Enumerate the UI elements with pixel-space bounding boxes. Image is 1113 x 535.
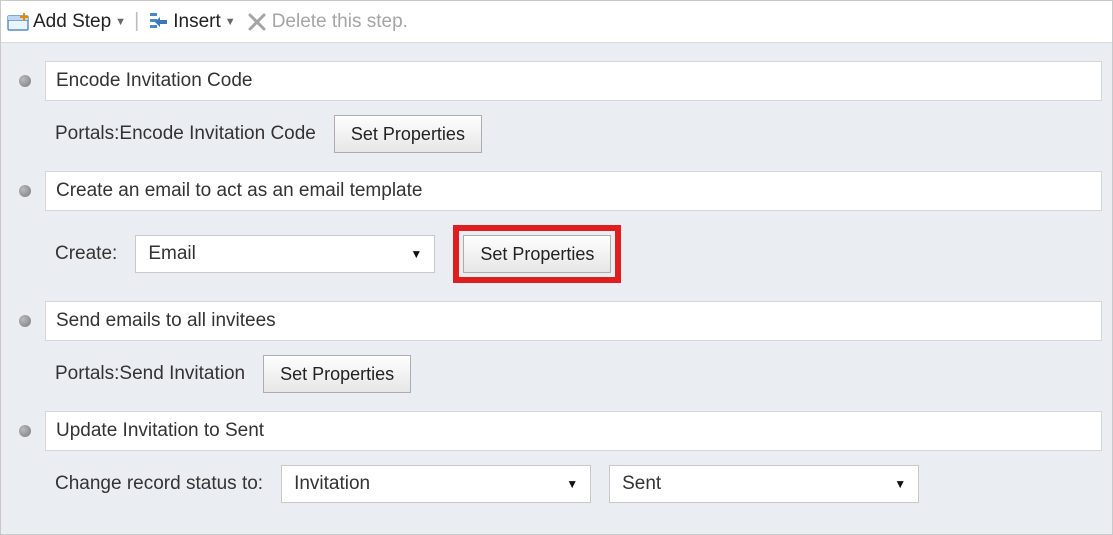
- insert-label: Insert: [173, 11, 221, 33]
- insert-icon: [147, 11, 169, 33]
- add-step-icon: [7, 11, 29, 33]
- step-config-row: Change record status to: Invitation ▼ Se…: [11, 451, 1102, 521]
- step-title-input[interactable]: [45, 171, 1102, 211]
- change-status-label: Change record status to:: [55, 473, 263, 495]
- delete-x-icon: [246, 11, 268, 33]
- toolbar: Add Step ▼ | Insert ▼ Delete this step.: [1, 1, 1112, 43]
- delete-step-button: Delete this step.: [246, 11, 408, 33]
- status-value-select[interactable]: Sent ▼: [609, 465, 919, 503]
- tutorial-highlight: Set Properties: [453, 225, 621, 283]
- step-bullet-icon: [19, 425, 31, 437]
- select-value: Invitation: [294, 473, 370, 495]
- chevron-down-icon: ▼: [225, 16, 236, 28]
- workflow-step: Portals:Encode Invitation Code Set Prope…: [11, 61, 1102, 171]
- workflow-editor-frame: Add Step ▼ | Insert ▼ Delete this step.: [0, 0, 1113, 535]
- steps-list: Portals:Encode Invitation Code Set Prope…: [11, 61, 1102, 521]
- step-header: [11, 411, 1102, 451]
- chevron-down-icon: ▼: [115, 16, 126, 28]
- select-value: Sent: [622, 473, 661, 495]
- step-bullet-icon: [19, 75, 31, 87]
- create-entity-select[interactable]: Email ▼: [135, 235, 435, 273]
- step-action-label: Portals:Send Invitation: [55, 363, 245, 385]
- set-properties-button[interactable]: Set Properties: [263, 355, 411, 393]
- step-config-row: Portals:Send Invitation Set Properties: [11, 341, 1102, 411]
- step-bullet-icon: [19, 315, 31, 327]
- insert-button[interactable]: Insert ▼: [147, 11, 235, 33]
- add-step-label: Add Step: [33, 11, 111, 33]
- step-title-input[interactable]: [45, 411, 1102, 451]
- step-bullet-icon: [19, 185, 31, 197]
- chevron-down-icon: ▼: [566, 477, 578, 491]
- toolbar-separator: |: [132, 10, 141, 33]
- workflow-step: Change record status to: Invitation ▼ Se…: [11, 411, 1102, 521]
- step-header: [11, 61, 1102, 101]
- step-header: [11, 301, 1102, 341]
- select-value: Email: [148, 243, 196, 265]
- status-entity-select[interactable]: Invitation ▼: [281, 465, 591, 503]
- workflow-steps-panel: Portals:Encode Invitation Code Set Prope…: [1, 43, 1112, 534]
- add-step-button[interactable]: Add Step ▼: [7, 11, 126, 33]
- workflow-step: Create: Email ▼ Set Properties: [11, 171, 1102, 301]
- set-properties-button[interactable]: Set Properties: [463, 235, 611, 273]
- step-action-label: Portals:Encode Invitation Code: [55, 123, 316, 145]
- step-header: [11, 171, 1102, 211]
- step-config-row: Create: Email ▼ Set Properties: [11, 211, 1102, 301]
- chevron-down-icon: ▼: [410, 247, 422, 261]
- workflow-step: Portals:Send Invitation Set Properties: [11, 301, 1102, 411]
- delete-step-label: Delete this step.: [272, 11, 408, 33]
- chevron-down-icon: ▼: [894, 477, 906, 491]
- create-label: Create:: [55, 243, 117, 265]
- step-title-input[interactable]: [45, 301, 1102, 341]
- step-title-input[interactable]: [45, 61, 1102, 101]
- step-config-row: Portals:Encode Invitation Code Set Prope…: [11, 101, 1102, 171]
- set-properties-button[interactable]: Set Properties: [334, 115, 482, 153]
